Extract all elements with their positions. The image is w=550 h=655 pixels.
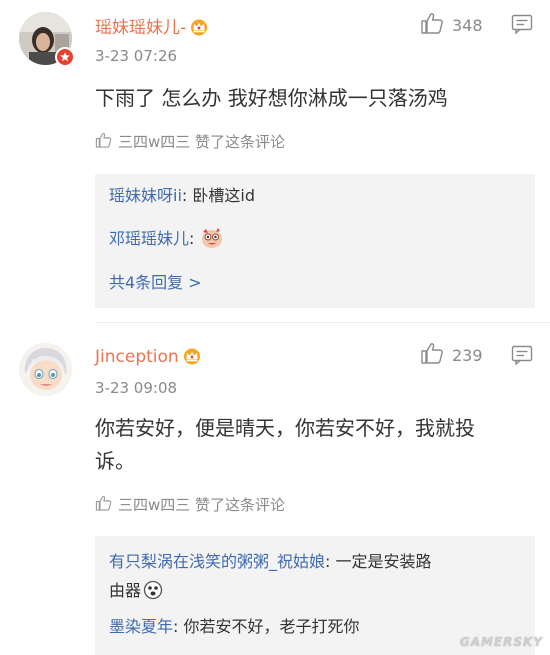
thumbs-up-icon[interactable] bbox=[420, 342, 444, 368]
thumbs-up-icon bbox=[95, 495, 112, 515]
comment-text: 下雨了 怎么办 我好想你淋成一只落汤鸡 bbox=[95, 86, 448, 110]
crown-badge-icon bbox=[189, 18, 209, 41]
reply-username[interactable]: 瑶妹妹呀ii bbox=[109, 186, 182, 205]
watermark: GAMERSKY bbox=[459, 635, 543, 649]
reply-item: 有只梨涡在浅笑的粥粥_祝姑娘: 一定是安装路 由器 bbox=[109, 547, 521, 609]
thumbs-up-icon bbox=[95, 132, 112, 152]
comment-icon[interactable] bbox=[511, 345, 533, 369]
reply-text: 你若安不好，老子打死你 bbox=[183, 617, 360, 636]
reply-thread: 瑶妹妹呀ii: 卧槽这id 邓瑶瑶妹儿: 共4条回复 > bbox=[95, 174, 535, 308]
reply-item: 瑶妹妹呀ii: 卧槽这id bbox=[109, 186, 255, 205]
liked-by-text: 三四w四三 赞了这条评论 bbox=[118, 133, 286, 151]
like-button[interactable]: 348 bbox=[420, 12, 483, 38]
reply-text: 一定是安装路 bbox=[335, 552, 432, 571]
divider bbox=[95, 322, 550, 323]
more-replies-link[interactable]: 共4条回复 > bbox=[109, 269, 202, 293]
comment-username[interactable]: 瑶妹瑶妹儿- bbox=[95, 13, 209, 41]
crown-badge-icon bbox=[182, 347, 202, 370]
liked-by-text: 三四w四三 赞了这条评论 bbox=[118, 496, 286, 514]
comment-icon[interactable] bbox=[511, 14, 533, 38]
like-count: 348 bbox=[452, 15, 483, 35]
reply-text: 卧槽这id bbox=[192, 186, 255, 205]
comment-timestamp: 3-23 09:08 bbox=[95, 379, 178, 397]
comment-card: 瑶妹瑶妹儿- 3-23 07:26 348 下雨了 怎么办 我好想你淋成一只落汤… bbox=[0, 0, 550, 322]
reply-item: 邓瑶瑶妹儿: bbox=[109, 227, 521, 255]
emoji-sticker-icon bbox=[200, 227, 224, 255]
reply-text: 由器 bbox=[109, 581, 142, 600]
like-count: 239 bbox=[452, 345, 483, 365]
comment-username[interactable]: Jinception bbox=[95, 347, 202, 370]
liked-by-row: 三四w四三 赞了这条评论 bbox=[95, 494, 285, 515]
verified-badge-icon bbox=[55, 47, 75, 67]
comment-timestamp: 3-23 07:26 bbox=[95, 47, 178, 65]
thumbs-up-icon[interactable] bbox=[420, 12, 444, 38]
reply-username[interactable]: 有只梨涡在浅笑的粥粥_祝姑娘 bbox=[109, 552, 325, 571]
like-button[interactable]: 239 bbox=[420, 342, 483, 368]
liked-by-row: 三四w四三 赞了这条评论 bbox=[95, 131, 285, 152]
avatar[interactable] bbox=[19, 343, 72, 396]
comment-text: 你若安好，便是晴天，你若安不好，我就投 诉。 bbox=[95, 416, 475, 473]
reply-username[interactable]: 邓瑶瑶妹儿 bbox=[109, 229, 189, 248]
reply-username[interactable]: 墨染夏年 bbox=[109, 617, 173, 636]
emoji-sticker-icon bbox=[143, 580, 163, 609]
